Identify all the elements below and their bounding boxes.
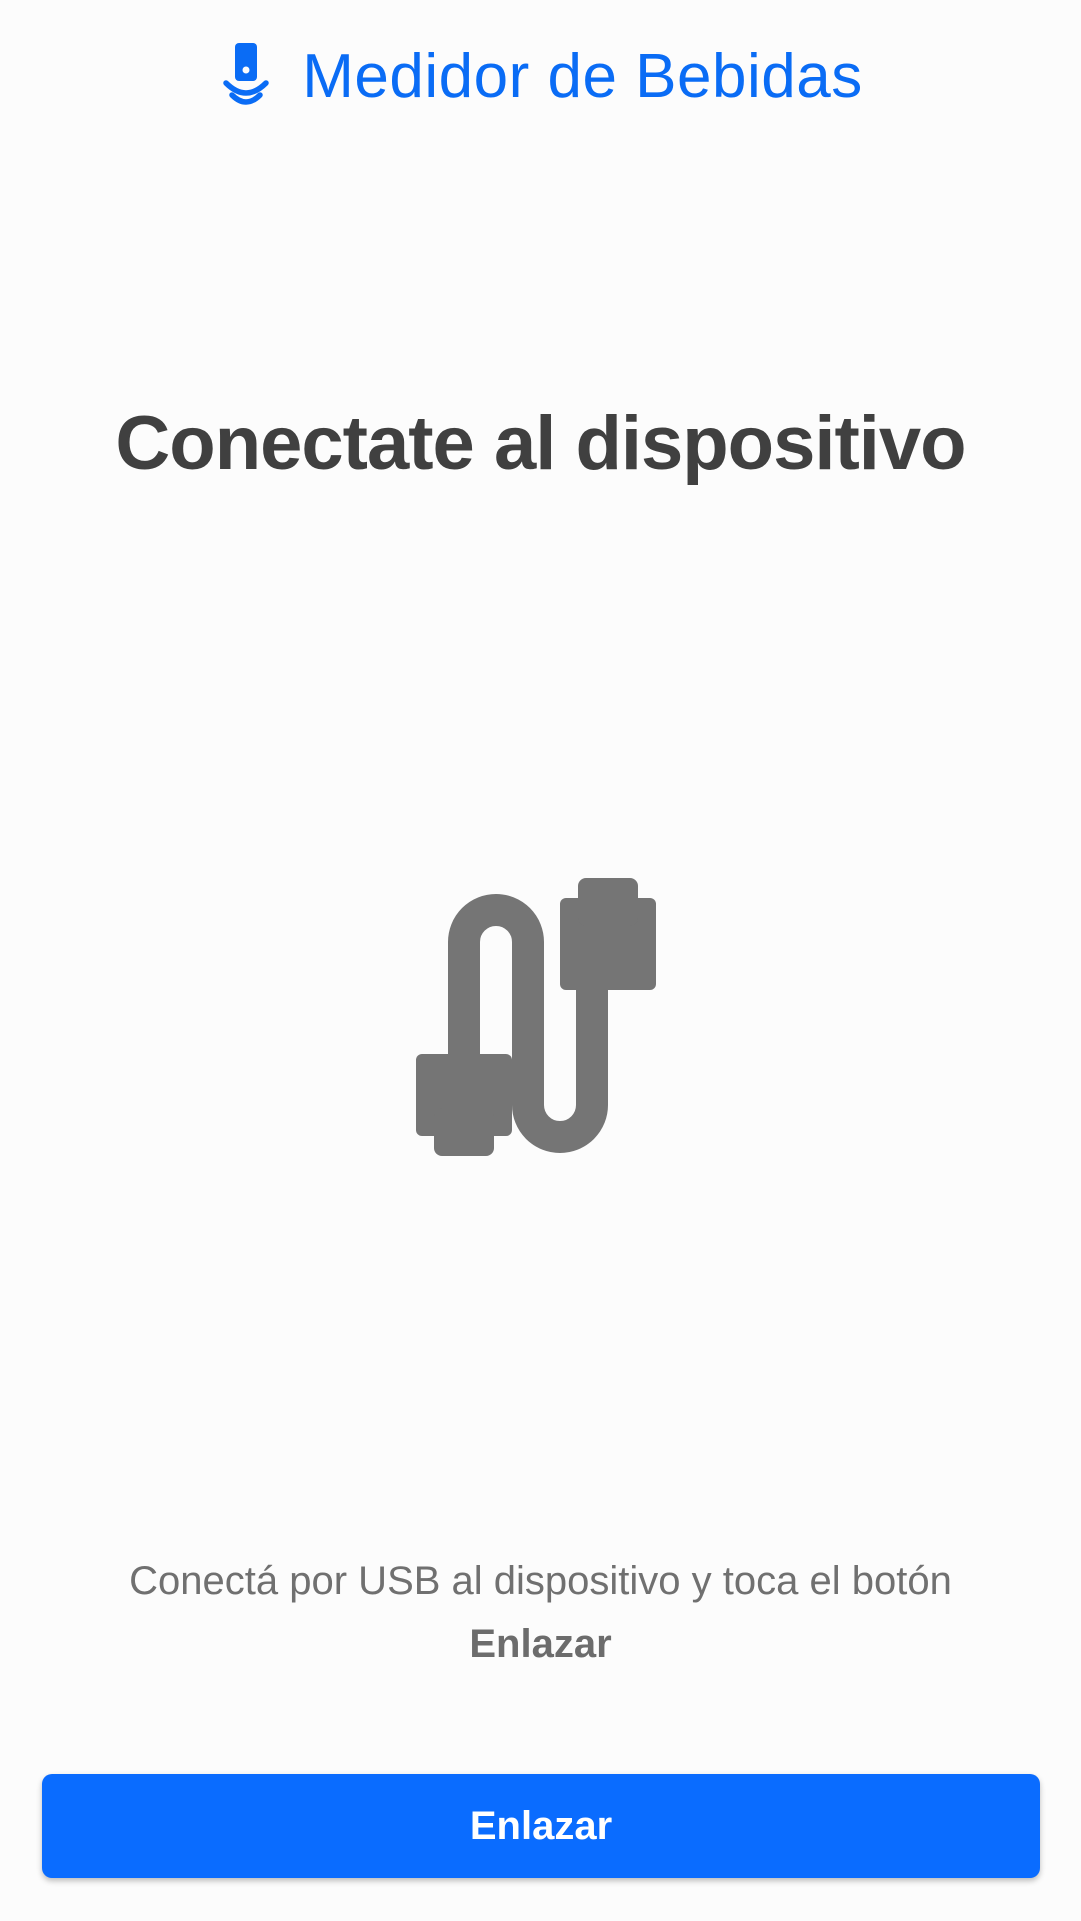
- app-header: Medidor de Bebidas: [0, 36, 1081, 116]
- link-button[interactable]: Enlazar: [42, 1774, 1040, 1878]
- connect-screen: Medidor de Bebidas Conectate al disposit…: [0, 0, 1081, 1921]
- instruction-line: Conectá por USB al dispositivo y toca el…: [129, 1559, 952, 1603]
- usb-cable-icon: [400, 878, 688, 1168]
- instruction-button-name: Enlazar: [469, 1622, 612, 1666]
- instructions-text: Conectá por USB al dispositivo y toca el…: [60, 1550, 1021, 1676]
- drink-meter-icon: [218, 39, 274, 113]
- app-title: Medidor de Bebidas: [302, 41, 863, 111]
- page-title: Conectate al dispositivo: [115, 401, 966, 486]
